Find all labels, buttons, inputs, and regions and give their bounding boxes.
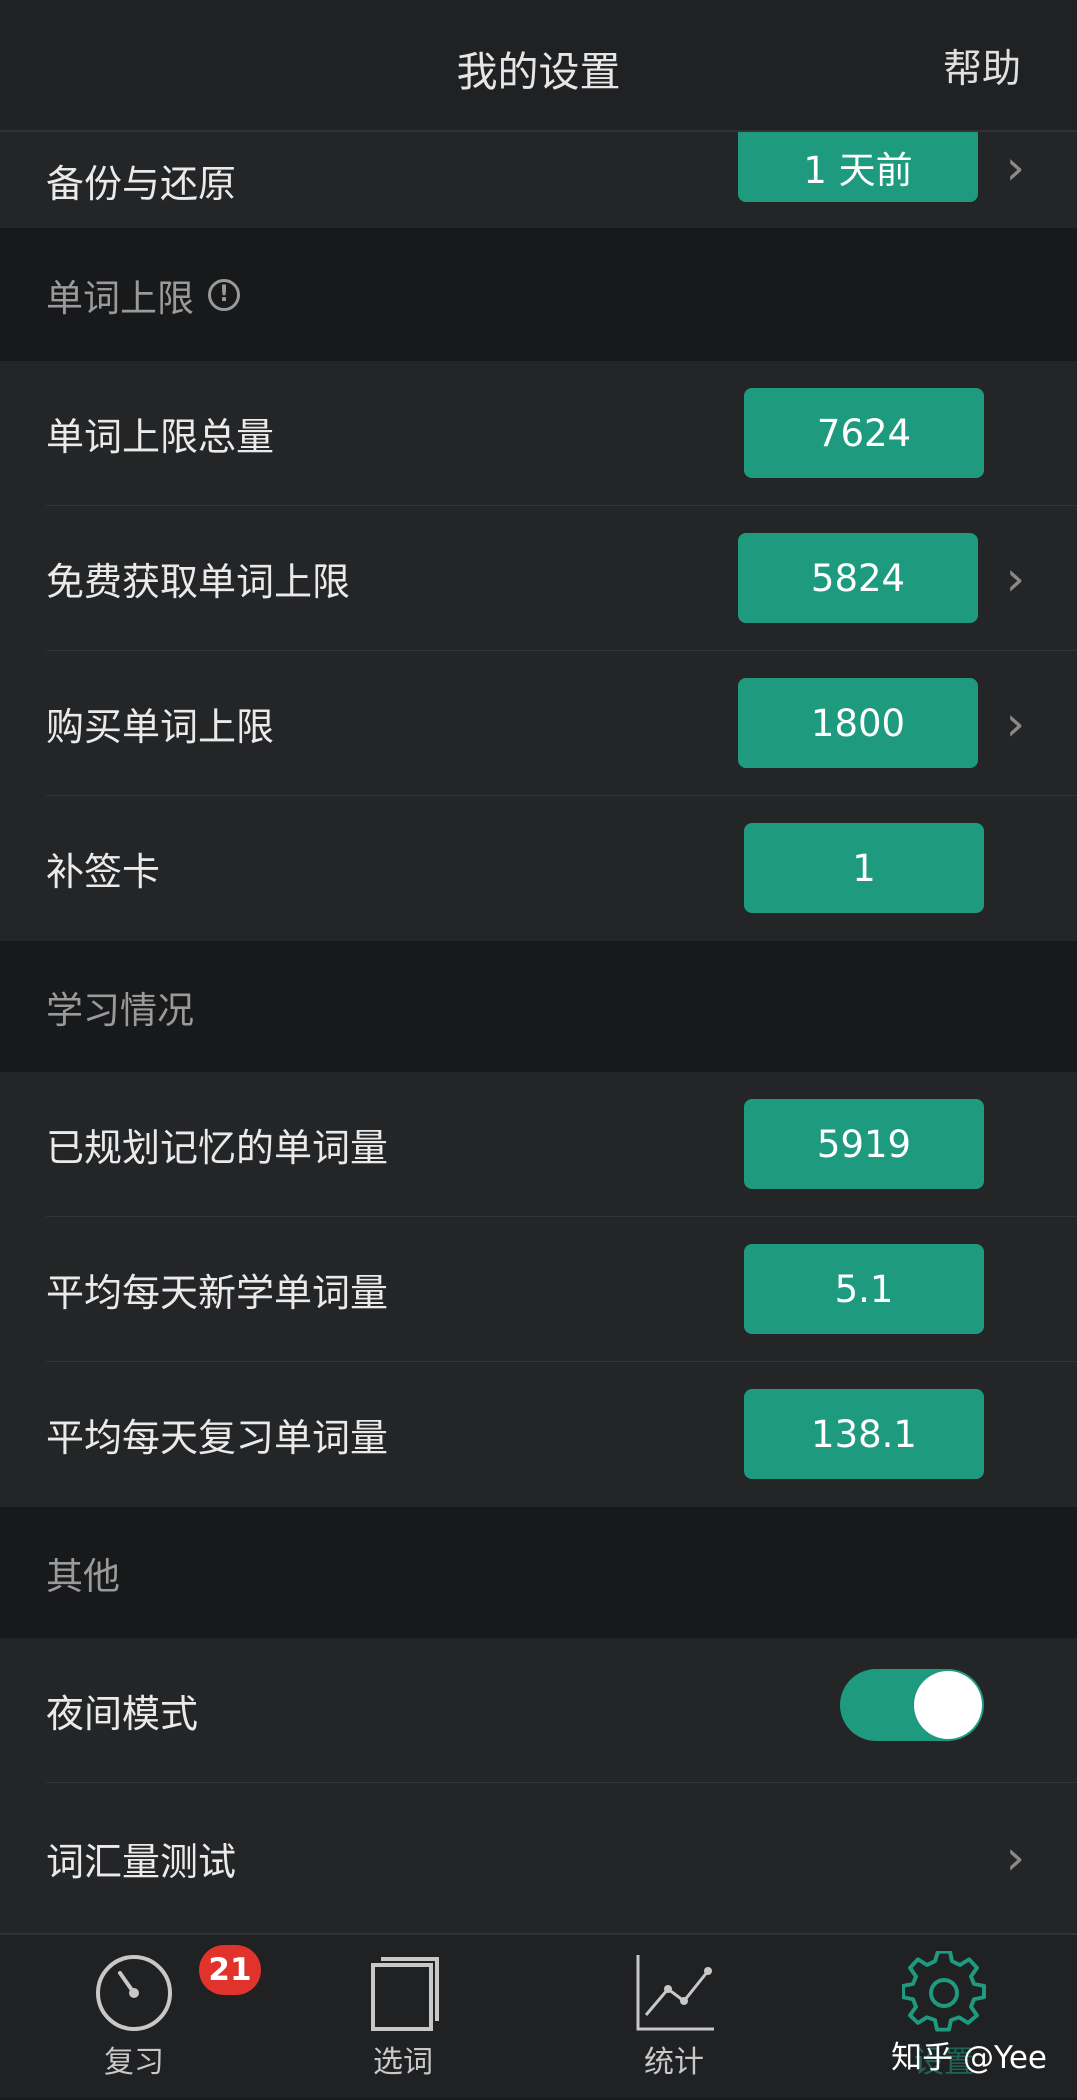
row-value: 1: [744, 823, 984, 913]
backup-restore-label: 备份与还原: [46, 161, 237, 206]
makeup-card-row: 补签卡 1: [0, 796, 1077, 941]
row-value: 1800: [738, 678, 978, 768]
backup-value: 1 天前: [738, 132, 978, 202]
free-word-limit-row[interactable]: 免费获取单词上限 5824 ›: [0, 506, 1077, 651]
row-label: 平均每天复习单词量: [46, 1416, 389, 1460]
tab-review[interactable]: 21 复习: [44, 1935, 261, 2100]
word-limit-section-title: 单词上限: [46, 276, 194, 320]
gear-icon: [902, 1951, 986, 2032]
row-value: 5.1: [744, 1244, 984, 1334]
vocab-test-row[interactable]: 词汇量测试 ›: [0, 1783, 1077, 1933]
purchased-word-limit-row[interactable]: 购买单词上限 1800 ›: [0, 651, 1077, 796]
stopwatch-icon: [96, 1955, 172, 2031]
row-value: 7624: [744, 388, 984, 478]
word-limit-section-header: 单词上限 !: [0, 228, 1077, 361]
row-label: 词汇量测试: [46, 1839, 237, 1884]
row-label: 购买单词上限: [46, 705, 275, 749]
row-label: 单词上限总量: [46, 415, 275, 459]
top-bar: 我的设置 帮助: [0, 0, 1077, 132]
planned-words-row: 已规划记忆的单词量 5919: [0, 1072, 1077, 1217]
tab-label: 复习: [104, 2045, 164, 2080]
row-label: 已规划记忆的单词量: [46, 1126, 389, 1170]
toggle-knob: [914, 1671, 982, 1739]
backup-restore-row[interactable]: 备份与还原 1 天前 ›: [0, 132, 1077, 228]
bottom-tab-bar: 21 复习 选词 统计 设置 知乎 @Yee: [0, 1933, 1077, 2098]
page-title: 我的设置: [456, 48, 621, 96]
tab-label: 统计: [644, 2045, 704, 2080]
row-label: 夜间模式: [46, 1692, 199, 1736]
watermark: 知乎 @Yee: [891, 2040, 1047, 2076]
row-label: 免费获取单词上限: [46, 560, 351, 604]
line-chart-icon: [636, 1955, 714, 2031]
tab-statistics[interactable]: 统计: [584, 1935, 764, 2100]
chevron-right-icon: ›: [1005, 1830, 1025, 1886]
row-value: 138.1: [744, 1389, 984, 1479]
tab-select-words[interactable]: 选词: [313, 1935, 493, 2100]
chevron-right-icon: ›: [1005, 695, 1025, 752]
chevron-right-icon: ›: [1005, 140, 1025, 196]
help-button[interactable]: 帮助: [943, 38, 1021, 94]
row-label: 平均每天新学单词量: [46, 1271, 389, 1315]
row-value: 5919: [744, 1099, 984, 1189]
word-limit-total-row: 单词上限总量 7624: [0, 361, 1077, 506]
study-section-title: 学习情况: [46, 988, 194, 1032]
tab-label: 选词: [373, 2045, 433, 2080]
row-label: 补签卡: [46, 850, 161, 894]
review-count-badge: 21: [199, 1945, 261, 1995]
daily-review-words-row: 平均每天复习单词量 138.1: [0, 1362, 1077, 1507]
other-section-header: 其他: [0, 1507, 1077, 1638]
night-mode-toggle[interactable]: [840, 1669, 984, 1741]
info-icon[interactable]: !: [208, 278, 240, 311]
row-value: 5824: [738, 533, 978, 623]
study-section-header: 学习情况: [0, 941, 1077, 1072]
other-section-title: 其他: [46, 1554, 120, 1598]
book-icon: [371, 1957, 439, 2031]
daily-new-words-row: 平均每天新学单词量 5.1: [0, 1217, 1077, 1362]
night-mode-row: 夜间模式: [0, 1638, 1077, 1783]
chevron-right-icon: ›: [1005, 550, 1025, 607]
